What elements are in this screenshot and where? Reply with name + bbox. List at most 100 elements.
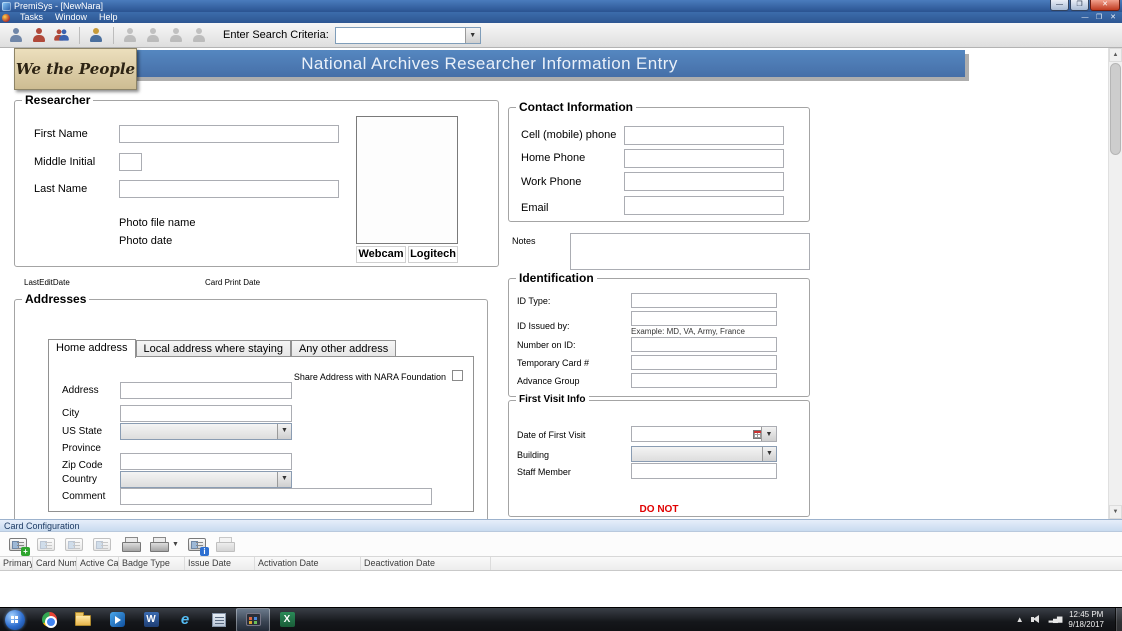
column-header-deactivation-date[interactable]: Deactivation Date [361,557,491,570]
delete-card-button[interactable] [62,534,86,555]
card-printer-button[interactable] [213,534,237,555]
researcher-lookup-button[interactable] [5,25,26,46]
menu-item-window[interactable]: Window [49,12,93,23]
country-select[interactable]: ▼ [120,471,292,488]
network-icon[interactable]: ▂▄▆ [1049,615,1062,625]
comment-input[interactable] [120,488,432,505]
column-header-primary[interactable]: Primary [0,557,33,570]
encode-card-button[interactable] [118,534,142,555]
do-not-warning: DO NOT [509,504,809,515]
last-name-input[interactable] [119,180,339,198]
temporary-card-input[interactable] [631,355,777,370]
mdi-restore-button[interactable]: ❐ [1094,12,1104,23]
mdi-minimize-button[interactable]: — [1080,12,1090,23]
plus-badge-icon: + [21,547,30,556]
home-phone-input[interactable] [624,149,784,168]
column-header-filler [491,557,1122,570]
restore-button[interactable]: ❐ [1070,0,1089,11]
add-card-button[interactable]: + [6,534,30,555]
tab-home-address[interactable]: Home address [48,339,136,358]
show-desktop-button[interactable] [1115,608,1122,631]
id-type-input[interactable] [631,293,777,308]
undo-record-button[interactable] [142,25,163,46]
vertical-scrollbar[interactable]: ▲ ▼ [1108,48,1122,519]
view-card-button[interactable] [90,534,114,555]
column-header-card-number[interactable]: Card Number [33,557,77,570]
form-banner: National Archives Researcher Information… [14,50,965,77]
print-card-button[interactable] [146,534,170,555]
we-the-people-image: We the People [14,48,137,90]
volume-icon[interactable] [1031,614,1042,625]
search-criteria-combobox[interactable]: ▼ [335,27,481,44]
work-phone-input[interactable] [624,172,784,191]
toolbar-separator [113,27,114,44]
logitech-button[interactable]: Logitech [408,246,458,263]
id-issued-by-input[interactable] [631,311,777,326]
chevron-down-icon[interactable]: ▼ [761,427,776,441]
scroll-thumb[interactable] [1110,63,1121,155]
building-select[interactable]: ▼ [631,446,777,462]
column-header-badge-type[interactable]: Badge Type [119,557,185,570]
refresh-record-button[interactable] [188,25,209,46]
tab-local-address[interactable]: Local address where staying [136,340,291,357]
researcher-form: National Archives Researcher Information… [0,48,1108,519]
us-state-select[interactable]: ▼ [120,423,292,440]
close-button[interactable]: ✕ [1090,0,1120,11]
person-gray-icon [123,28,137,42]
tray-expand-icon[interactable]: ▲ [1016,615,1024,624]
column-header-activation-date[interactable]: Activation Date [255,557,361,570]
minimize-button[interactable]: — [1050,0,1069,11]
email-label: Email [521,202,549,214]
taskbar-item-explorer[interactable] [66,608,100,631]
start-button[interactable] [5,610,25,630]
save-record-button[interactable] [119,25,140,46]
taskbar-item-excel[interactable]: X [270,608,304,631]
tab-other-address[interactable]: Any other address [291,340,396,357]
person-gold-icon [89,28,103,42]
middle-initial-label: Middle Initial [34,156,95,168]
badge-card-button[interactable]: i [185,534,209,555]
delete-record-button[interactable] [165,25,186,46]
city-input[interactable] [120,405,292,422]
menu-item-help[interactable]: Help [93,12,124,23]
taskbar-clock[interactable]: 12:45 PM 9/18/2017 [1068,610,1108,630]
chevron-down-icon[interactable]: ▼ [277,472,291,487]
staff-member-input[interactable] [631,463,777,479]
people-button[interactable] [51,25,72,46]
chevron-down-icon[interactable]: ▼ [762,447,776,461]
taskbar-item-media-player[interactable] [100,608,134,631]
column-header-issue-date[interactable]: Issue Date [185,557,255,570]
advance-group-input[interactable] [631,373,777,388]
zip-code-input[interactable] [120,453,292,470]
share-foundation-checkbox[interactable] [452,370,463,381]
chevron-down-icon[interactable]: ▼ [172,541,179,548]
edit-card-button[interactable] [34,534,58,555]
scroll-up-button[interactable]: ▲ [1109,48,1122,62]
taskbar-item-notes[interactable] [202,608,236,631]
date-of-first-visit-input[interactable]: ▼ [631,426,777,442]
cell-phone-input[interactable] [624,126,784,145]
mdi-close-button[interactable]: ✕ [1108,12,1118,23]
card-view-icon [93,538,111,551]
webcam-button[interactable]: Webcam [356,246,406,263]
address-input[interactable] [120,382,292,399]
scroll-down-button[interactable]: ▼ [1109,505,1122,519]
work-phone-label: Work Phone [521,176,581,188]
chevron-down-icon[interactable]: ▼ [465,28,480,43]
email-input[interactable] [624,196,784,215]
first-name-input[interactable] [119,125,339,143]
new-researcher-button[interactable] [28,25,49,46]
taskbar-item-word[interactable]: W [134,608,168,631]
taskbar-item-ie[interactable]: e [168,608,202,631]
toolbar-separator [79,27,80,44]
badge-holder-button[interactable] [85,25,106,46]
menu-item-tasks[interactable]: Tasks [14,12,49,23]
number-on-id-input[interactable] [631,337,777,352]
identification-section-title: Identification [516,271,597,285]
middle-initial-input[interactable] [119,153,142,171]
taskbar-item-chrome[interactable] [32,608,66,631]
notes-textarea[interactable] [570,233,810,270]
chevron-down-icon[interactable]: ▼ [277,424,291,439]
column-header-active-card[interactable]: Active Card [77,557,119,570]
taskbar-item-premisys[interactable] [236,608,270,631]
